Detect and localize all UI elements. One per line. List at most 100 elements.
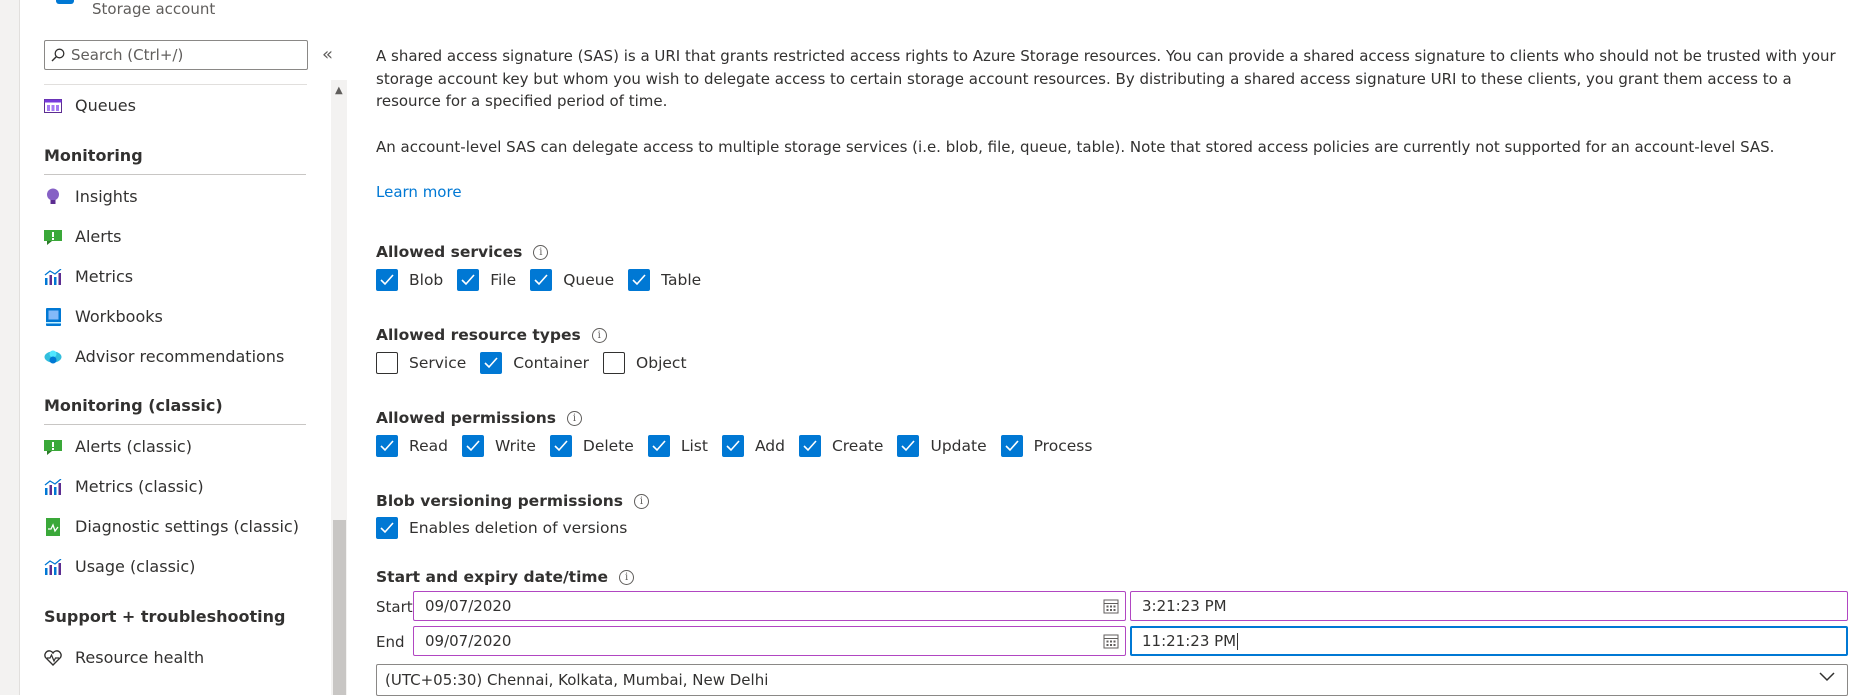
versioning-checkbox-enables-deletion-of-versions[interactable]: Enables deletion of versions (376, 517, 627, 539)
section-title-support: Support + troubleshooting (44, 607, 286, 626)
timezone-dropdown[interactable]: (UTC+05:30) Chennai, Kolkata, Mumbai, Ne… (376, 664, 1848, 696)
start-date-value: 09/07/2020 (425, 597, 512, 615)
info-icon[interactable]: i (533, 244, 549, 260)
sidebar-item-metrics[interactable]: Metrics (44, 267, 133, 286)
resource-types-checkboxes: Service Container Object (376, 352, 701, 374)
service-checkbox-blob[interactable]: Blob (376, 269, 443, 291)
storage-account-icon (56, 0, 74, 4)
info-icon[interactable]: i (566, 410, 582, 426)
permissions-checkboxes: Read Write Delete List Add Create Update Proces… (376, 435, 1106, 457)
permission-checkbox-list[interactable]: List (647, 435, 708, 457)
section-title-monitoring-classic: Monitoring (classic) (44, 396, 223, 415)
checkbox-label: List (680, 437, 708, 455)
checkmark-icon[interactable] (628, 269, 651, 291)
divider (44, 174, 306, 175)
text-cursor (1237, 632, 1239, 650)
permission-checkbox-update[interactable]: Update (897, 435, 987, 457)
search-icon (51, 48, 65, 62)
info-icon[interactable]: i (591, 327, 607, 343)
divider (44, 424, 306, 425)
checkmark-icon[interactable] (549, 435, 572, 457)
search-input[interactable]: Search (Ctrl+/) (44, 40, 308, 70)
versioning-title: Blob versioning permissions (376, 492, 623, 510)
sidebar-item-diagnostic-settings[interactable]: Diagnostic settings (classic) (44, 517, 299, 536)
start-time-value: 3:21:23 PM (1142, 597, 1227, 615)
info-icon[interactable]: i (633, 493, 649, 509)
checkbox-label: Update (930, 437, 987, 455)
end-date-field[interactable]: 09/07/2020 (413, 626, 1126, 656)
sidebar-item-usage-classic[interactable]: Usage (classic) (44, 557, 195, 576)
calendar-icon[interactable] (1103, 633, 1119, 649)
sidebar-item-label: Queues (75, 96, 136, 115)
checkmark-icon[interactable] (721, 435, 744, 457)
resource-type-checkbox-container[interactable]: Container (480, 352, 589, 374)
checkmark-icon[interactable] (461, 435, 484, 457)
sidebar-item-queues[interactable]: Queues (44, 96, 136, 115)
datetime-title: Start and expiry date/time (376, 568, 609, 586)
sidebar-item-label: Usage (classic) (75, 557, 196, 576)
timezone-value: (UTC+05:30) Chennai, Kolkata, Mumbai, Ne… (385, 671, 769, 689)
start-time-field[interactable]: 3:21:23 PM (1130, 591, 1848, 621)
scrollbar-thumb[interactable] (333, 520, 346, 695)
permission-checkbox-add[interactable]: Add (721, 435, 785, 457)
learn-more-link[interactable]: Learn more (376, 183, 462, 201)
resource-type-label: Storage account (92, 0, 216, 18)
checkmark-icon[interactable] (897, 435, 920, 457)
checkmark-icon[interactable] (376, 435, 398, 457)
permission-checkbox-read[interactable]: Read (376, 435, 448, 457)
resource-types-title: Allowed resource types (376, 326, 581, 344)
sidebar-item-advisor[interactable]: Advisor recommendations (44, 347, 284, 366)
sidebar-item-workbooks[interactable]: Workbooks (44, 307, 163, 326)
sidebar-item-label: Alerts (75, 227, 122, 246)
checkbox-label: Add (754, 437, 785, 455)
sidebar-item-alerts[interactable]: Alerts (44, 227, 121, 246)
checkmark-icon[interactable] (647, 435, 670, 457)
checkmark-icon[interactable] (480, 352, 503, 374)
sidebar-item-metrics-classic[interactable]: Metrics (classic) (44, 477, 204, 496)
sidebar-item-label: Metrics (classic) (75, 477, 204, 496)
scroll-up-arrow-icon[interactable]: ▲ (335, 85, 343, 96)
advisor-cloud-icon (44, 348, 62, 366)
sas-description: A shared access signature (SAS) is a URI… (376, 47, 1836, 110)
section-title-monitoring: Monitoring (44, 146, 143, 165)
sidebar-item-label: Alerts (classic) (75, 437, 192, 456)
service-checkbox-table[interactable]: Table (628, 269, 701, 291)
permissions-label: Allowed permissions i (376, 409, 582, 427)
permission-checkbox-write[interactable]: Write (461, 435, 536, 457)
checkmark-icon[interactable] (1000, 435, 1023, 457)
resource-type-checkbox-object[interactable]: Object (603, 352, 687, 374)
metrics-icon (44, 268, 62, 286)
checkbox-label: Service (409, 354, 467, 372)
checkmark-icon[interactable] (798, 435, 821, 457)
allowed-services-title: Allowed services (376, 243, 523, 261)
sidebar-item-label: Insights (75, 187, 138, 206)
empty-checkbox-icon[interactable] (376, 352, 398, 374)
permission-checkbox-create[interactable]: Create (798, 435, 883, 457)
checkbox-label: Write (494, 437, 536, 455)
start-date-field[interactable]: 09/07/2020 (413, 591, 1126, 621)
sidebar-item-label: Metrics (75, 267, 134, 286)
checkmark-icon[interactable] (376, 517, 398, 539)
diagnostic-settings-icon (44, 517, 62, 536)
permission-checkbox-delete[interactable]: Delete (549, 435, 634, 457)
checkmark-icon[interactable] (457, 269, 480, 291)
service-checkbox-queue[interactable]: Queue (530, 269, 614, 291)
end-time-field[interactable]: 11:21:23 PM (1130, 626, 1848, 656)
end-label: End (376, 633, 405, 651)
calendar-icon[interactable] (1103, 598, 1119, 614)
usage-icon (44, 558, 62, 576)
resource-type-checkbox-service[interactable]: Service (376, 352, 466, 374)
sidebar-item-label: Advisor recommendations (75, 347, 285, 366)
service-checkbox-file[interactable]: File (457, 269, 516, 291)
sidebar-item-resource-health[interactable]: Resource health (44, 648, 204, 667)
permission-checkbox-process[interactable]: Process (1000, 435, 1092, 457)
info-icon[interactable]: i (619, 569, 635, 585)
workbooks-icon (44, 307, 62, 326)
checkmark-icon[interactable] (530, 269, 553, 291)
sidebar-item-insights[interactable]: Insights (44, 187, 138, 206)
collapse-sidebar-button[interactable]: « (322, 44, 333, 65)
sidebar-item-alerts-classic[interactable]: Alerts (classic) (44, 437, 192, 456)
checkmark-icon[interactable] (376, 269, 398, 291)
empty-checkbox-icon[interactable] (603, 352, 626, 374)
checkbox-label: Table (661, 271, 702, 289)
